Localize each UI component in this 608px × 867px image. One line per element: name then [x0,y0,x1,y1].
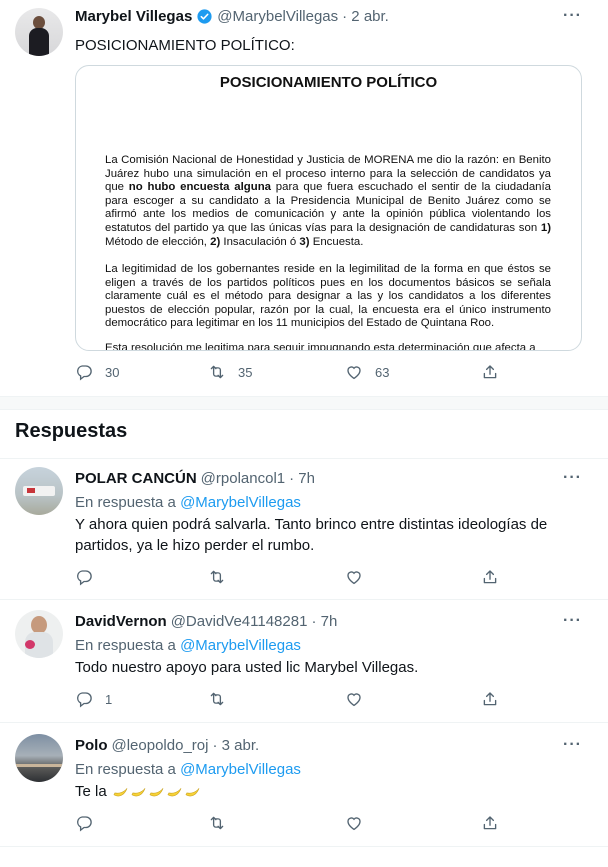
reply-author-name[interactable]: Polo [75,737,108,754]
mention-link[interactable]: @MarybelVillegas [180,761,301,778]
section-title: Respuestas [15,420,128,442]
reply-button[interactable]: 1 [75,690,112,708]
like-icon [345,814,363,832]
share-icon [481,363,499,381]
divider [0,722,608,723]
reply-context: En respuesta a @MarybelVillegas [75,761,301,778]
reply-icon [75,363,93,381]
document-paragraph-3: Esta resolución me legitima para seguir … [105,342,536,351]
retweet-icon [208,363,226,381]
retweet-button[interactable] [208,814,226,832]
reply-author-name[interactable]: DavidVernon [75,613,167,630]
reply-count: 1 [105,691,113,707]
mention-link[interactable]: @MarybelVillegas [180,637,301,654]
reply-avatar[interactable] [15,610,63,658]
author-handle[interactable]: @MarybelVillegas [217,8,338,25]
banana-icon [167,787,182,796]
reply-author-name[interactable]: POLAR CANCÚN [75,470,197,487]
author-avatar[interactable] [15,8,63,56]
reply-text: Y ahora quien podrá salvarla. Tanto brin… [75,516,548,554]
reply-context: En respuesta a @MarybelVillegas [75,637,301,654]
retweet-icon [208,814,226,832]
reply-icon [75,814,93,832]
tweet-header: Marybel Villegas @MarybelVillegas · 2 ab… [75,8,389,25]
verified-badge-icon [196,8,213,25]
retweet-button[interactable]: 35 [208,363,252,381]
retweet-button[interactable] [208,568,226,586]
reply-header: POLAR CANCÚN @rpolancol1 · 7h [75,470,315,487]
reply-context: En respuesta a @MarybelVillegas [75,494,301,511]
share-icon [481,690,499,708]
like-icon [345,363,363,381]
reply-text: Todo nuestro apoyo para usted lic Marybe… [75,659,419,676]
divider [0,599,608,600]
like-button[interactable] [345,690,363,708]
more-icon[interactable]: ··· [563,736,582,754]
share-button[interactable] [481,568,499,586]
retweet-button[interactable] [208,690,226,708]
reply-date[interactable]: · 3 abr. [212,737,259,754]
banana-icon [131,787,146,796]
reply-date[interactable]: · 7h [311,613,337,630]
tweet-text: POSICIONAMIENTO POLÍTICO: [75,37,295,54]
divider [0,846,608,847]
reply-button[interactable] [75,814,105,832]
reply-icon [75,690,93,708]
retweet-icon [208,690,226,708]
more-icon[interactable]: ··· [563,612,582,630]
reply-header: Polo @leopoldo_roj · 3 abr. [75,737,259,754]
tweet-image-document[interactable]: POSICIONAMIENTO POLÍTICO La Comisión Nac… [75,65,582,351]
share-button[interactable] [481,363,499,381]
like-icon [345,568,363,586]
document-paragraph-2: La legitimidad de los gobernantes reside… [105,263,551,330]
section-separator [0,396,608,410]
banana-emojis [113,786,203,798]
share-icon [481,814,499,832]
share-button[interactable] [481,814,499,832]
reply-text: Te la [75,783,107,800]
document-title: POSICIONAMIENTO POLÍTICO [219,74,438,91]
reply-avatar[interactable] [15,467,63,515]
reply-header: DavidVernon @DavidVe41148281 · 7h [75,613,337,630]
reply-button[interactable] [75,568,105,586]
reply-button[interactable]: 30 [75,363,119,381]
share-icon [481,568,499,586]
reply-icon [75,568,93,586]
like-count: 63 [375,364,390,380]
reply-avatar[interactable] [15,734,63,782]
retweet-icon [208,568,226,586]
more-icon[interactable]: ··· [563,7,582,25]
retweet-count: 35 [238,364,253,380]
document-paragraph-1: La Comisión Nacional de Honestidad y Jus… [105,154,551,248]
reply-author-handle[interactable]: @rpolancol1 [201,470,285,487]
like-button[interactable] [345,814,363,832]
reply-text-line: Te la [75,781,203,802]
more-icon[interactable]: ··· [563,469,582,487]
reply-count: 30 [105,364,120,380]
share-button[interactable] [481,690,499,708]
author-name[interactable]: Marybel Villegas [75,8,192,25]
banana-icon [149,787,164,796]
like-icon [345,690,363,708]
reply-author-handle[interactable]: @leopoldo_roj [112,737,209,754]
like-button[interactable]: 63 [345,363,389,381]
banana-icon [185,787,200,796]
banana-icon [113,787,128,796]
divider [0,458,608,459]
like-button[interactable] [345,568,363,586]
reply-date[interactable]: · 7h [289,470,315,487]
mention-link[interactable]: @MarybelVillegas [180,494,301,511]
reply-author-handle[interactable]: @DavidVe41148281 [171,613,308,630]
tweet-date[interactable]: · 2 abr. [342,8,389,25]
